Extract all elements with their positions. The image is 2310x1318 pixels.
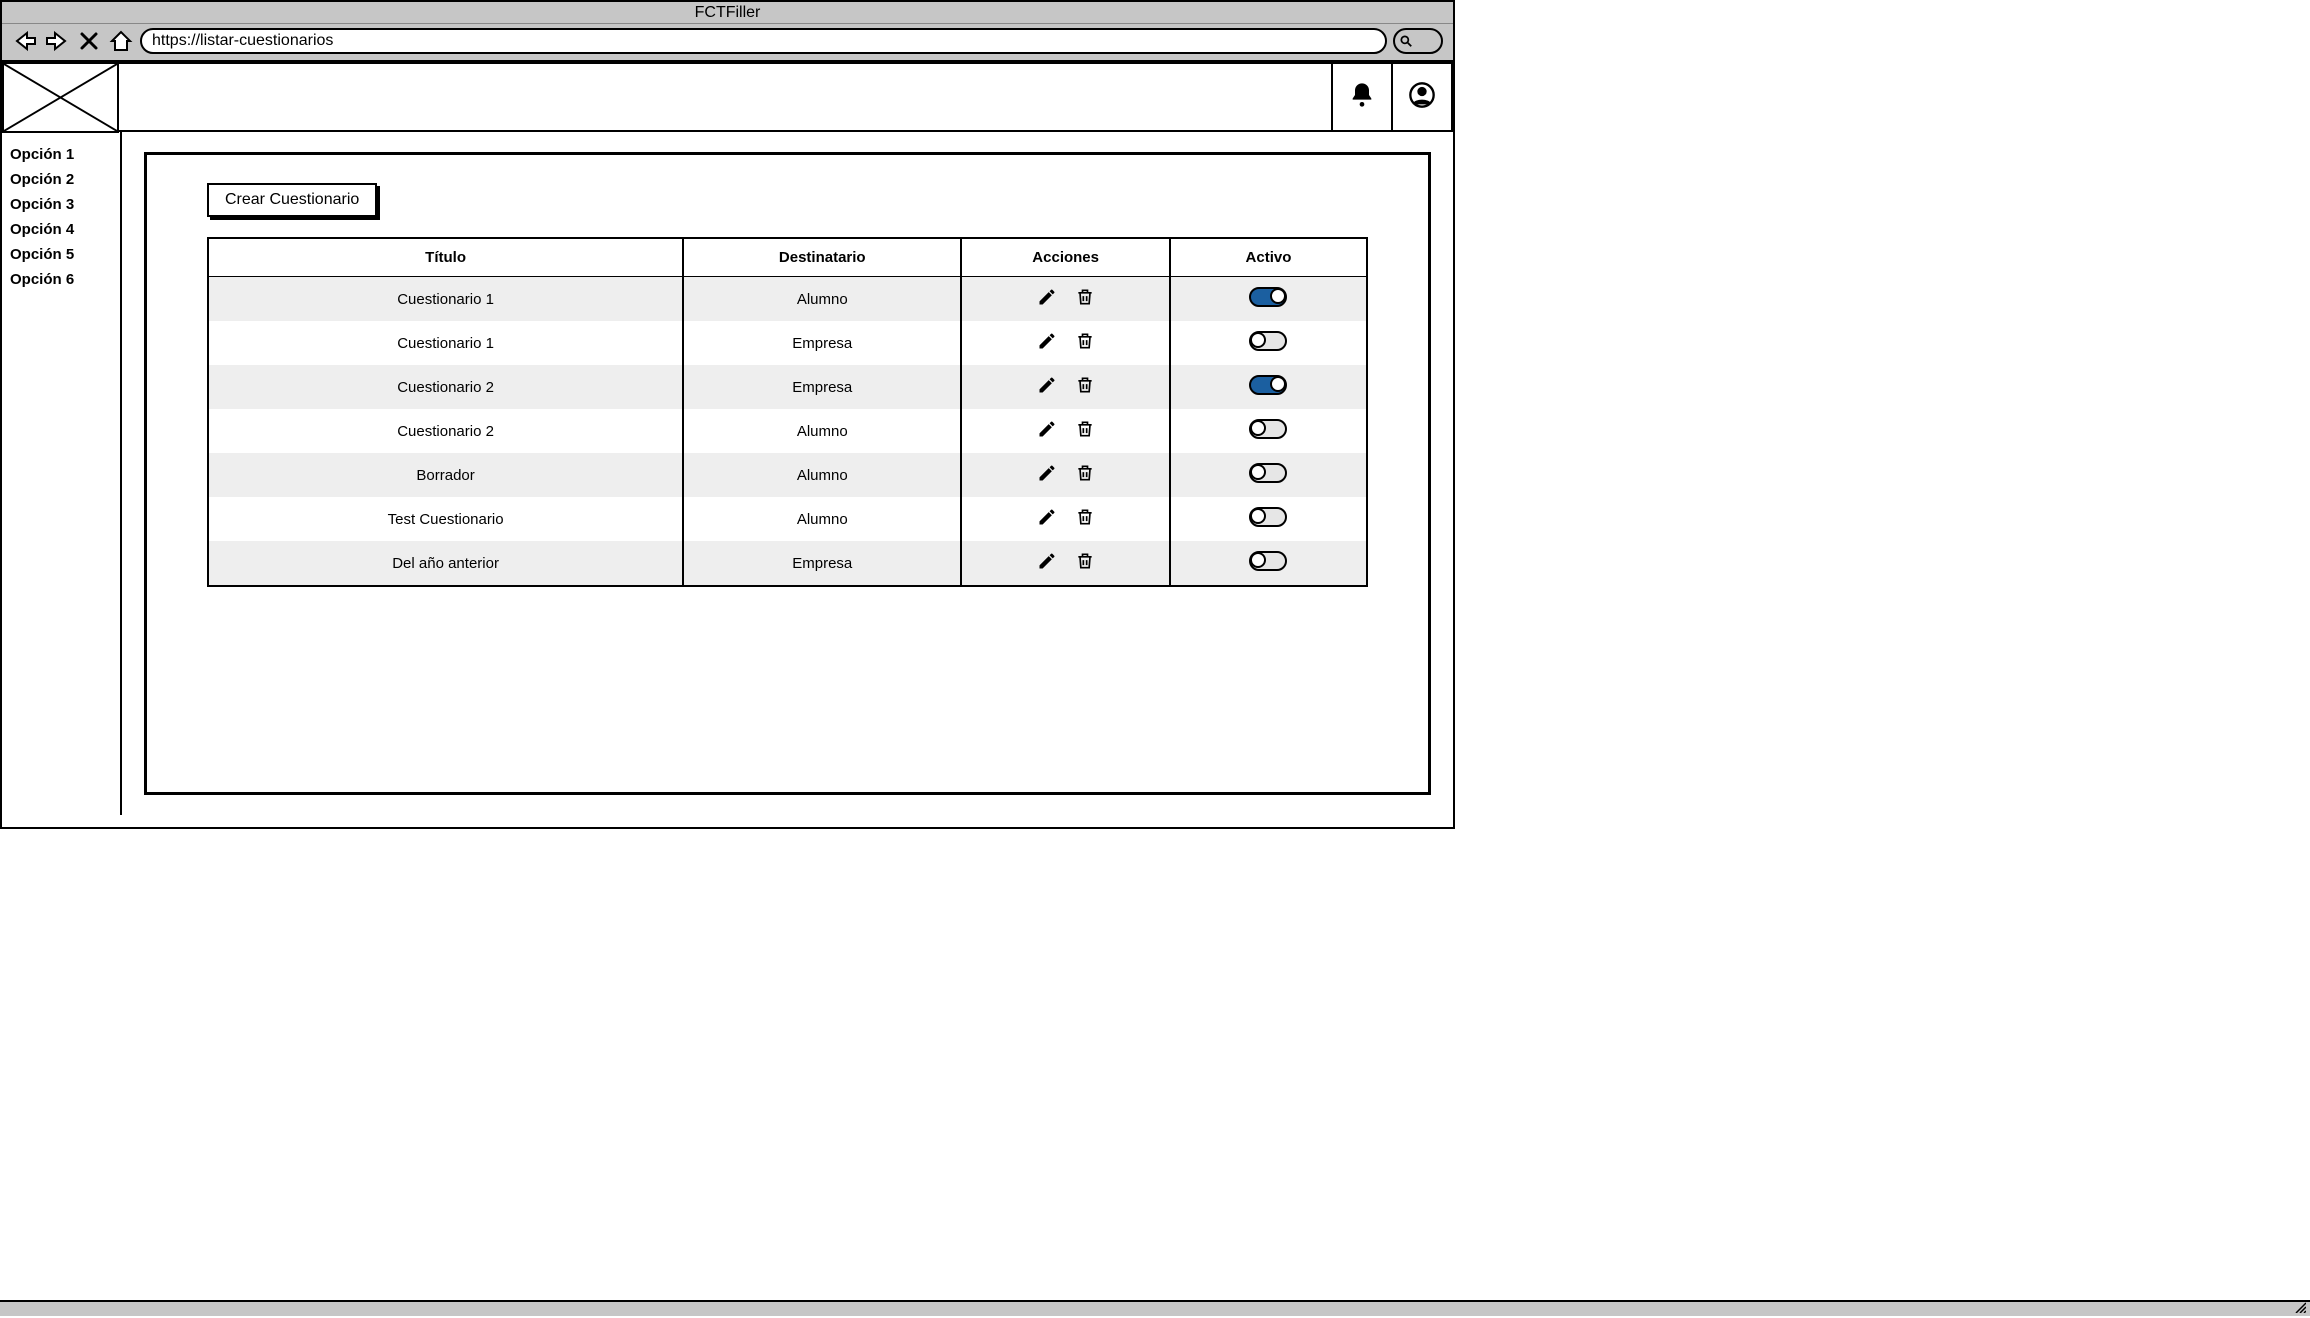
cell-active (1170, 541, 1367, 586)
delete-icon[interactable] (1075, 375, 1095, 399)
cell-recipient: Alumno (683, 497, 961, 541)
content-card: Crear Cuestionario Título Destinatario A… (144, 152, 1431, 795)
resize-grip-icon[interactable] (2294, 1300, 2306, 1318)
table-row: Cuestionario 2Empresa (208, 365, 1367, 409)
url-input[interactable] (140, 28, 1387, 54)
table-row: Cuestionario 1Alumno (208, 277, 1367, 322)
cell-actions (961, 541, 1170, 586)
sidebar-item-5[interactable]: Opción 5 (10, 246, 112, 263)
cell-active (1170, 453, 1367, 497)
statusbar (0, 1300, 2310, 1316)
cell-recipient: Empresa (683, 541, 961, 586)
edit-icon[interactable] (1037, 375, 1057, 399)
cell-active (1170, 277, 1367, 322)
edit-icon[interactable] (1037, 551, 1057, 575)
delete-icon[interactable] (1075, 551, 1095, 575)
edit-icon[interactable] (1037, 331, 1057, 355)
table-row: Del año anteriorEmpresa (208, 541, 1367, 586)
cell-actions (961, 497, 1170, 541)
table-header-actions: Acciones (961, 238, 1170, 277)
cell-title: Cuestionario 2 (208, 365, 683, 409)
table-row: Test CuestionarioAlumno (208, 497, 1367, 541)
cell-active (1170, 365, 1367, 409)
create-questionnaire-button[interactable]: Crear Cuestionario (207, 183, 377, 217)
bell-icon (1348, 81, 1376, 114)
delete-icon[interactable] (1075, 507, 1095, 531)
delete-icon[interactable] (1075, 463, 1095, 487)
active-toggle[interactable] (1249, 287, 1287, 307)
table-row: Cuestionario 1Empresa (208, 321, 1367, 365)
active-toggle[interactable] (1249, 507, 1287, 527)
cell-recipient: Alumno (683, 409, 961, 453)
delete-icon[interactable] (1075, 419, 1095, 443)
active-toggle[interactable] (1249, 331, 1287, 351)
sidebar-item-1[interactable]: Opción 1 (10, 146, 112, 163)
cell-title: Cuestionario 2 (208, 409, 683, 453)
main-area: Crear Cuestionario Título Destinatario A… (122, 132, 1453, 815)
active-toggle[interactable] (1249, 551, 1287, 571)
back-icon[interactable] (12, 28, 38, 54)
browser-toolbar (2, 24, 1453, 60)
cell-title: Borrador (208, 453, 683, 497)
search-pill[interactable] (1393, 28, 1443, 54)
cell-active (1170, 409, 1367, 453)
edit-icon[interactable] (1037, 463, 1057, 487)
user-avatar-icon (1408, 81, 1436, 114)
edit-icon[interactable] (1037, 287, 1057, 311)
cell-actions (961, 409, 1170, 453)
cell-title: Cuestionario 1 (208, 321, 683, 365)
cell-actions (961, 321, 1170, 365)
edit-icon[interactable] (1037, 419, 1057, 443)
table-row: Cuestionario 2Alumno (208, 409, 1367, 453)
cell-title: Test Cuestionario (208, 497, 683, 541)
active-toggle[interactable] (1249, 419, 1287, 439)
delete-icon[interactable] (1075, 331, 1095, 355)
cell-actions (961, 365, 1170, 409)
profile-button[interactable] (1391, 64, 1451, 130)
cell-recipient: Alumno (683, 277, 961, 322)
sidebar: Opción 1 Opción 2 Opción 3 Opción 4 Opción 5… (2, 132, 122, 815)
cell-title: Del año anterior (208, 541, 683, 586)
logo-placeholder (2, 62, 119, 133)
cell-recipient: Empresa (683, 321, 961, 365)
table-header-title: Título (208, 238, 683, 277)
sidebar-item-3[interactable]: Opción 3 (10, 196, 112, 213)
cell-active (1170, 497, 1367, 541)
stop-icon[interactable] (76, 28, 102, 54)
cell-actions (961, 277, 1170, 322)
sidebar-item-6[interactable]: Opción 6 (10, 271, 112, 288)
cell-recipient: Empresa (683, 365, 961, 409)
table-row: BorradorAlumno (208, 453, 1367, 497)
sidebar-item-4[interactable]: Opción 4 (10, 221, 112, 238)
cell-recipient: Alumno (683, 453, 961, 497)
cell-actions (961, 453, 1170, 497)
browser-chrome: FCTFiller (2, 2, 1453, 62)
active-toggle[interactable] (1249, 463, 1287, 483)
table-header-recipient: Destinatario (683, 238, 961, 277)
delete-icon[interactable] (1075, 287, 1095, 311)
cell-active (1170, 321, 1367, 365)
active-toggle[interactable] (1249, 375, 1287, 395)
questionnaires-table: Título Destinatario Acciones Activo Cues… (207, 237, 1368, 587)
edit-icon[interactable] (1037, 507, 1057, 531)
topbar (119, 62, 1453, 132)
sidebar-item-2[interactable]: Opción 2 (10, 171, 112, 188)
forward-icon[interactable] (44, 28, 70, 54)
window-title: FCTFiller (2, 2, 1453, 24)
table-header-active: Activo (1170, 238, 1367, 277)
cell-title: Cuestionario 1 (208, 277, 683, 322)
home-icon[interactable] (108, 28, 134, 54)
notifications-button[interactable] (1331, 64, 1391, 130)
